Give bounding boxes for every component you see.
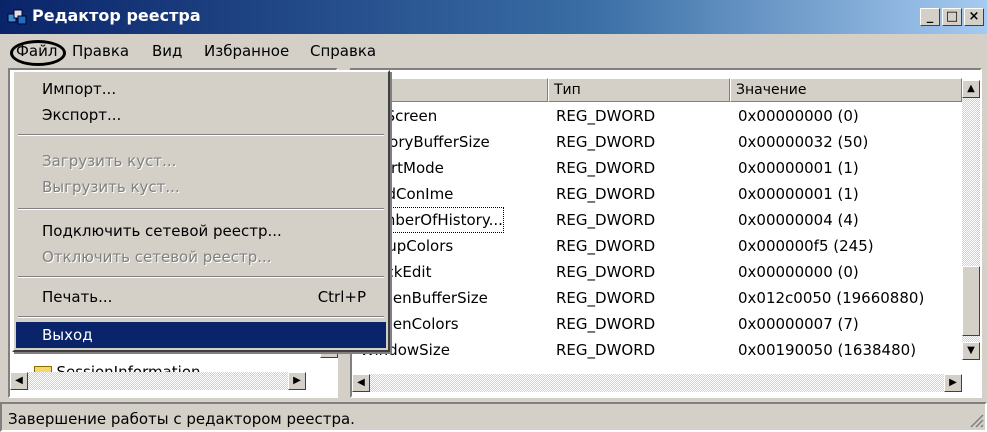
menu-item-print-shortcut: Ctrl+P xyxy=(317,288,366,306)
table-row[interactable]: PopupColors REG_DWORD 0x000000f5 (245) xyxy=(352,234,962,258)
table-row[interactable]: FullScreen REG_DWORD 0x00000000 (0) xyxy=(352,104,962,128)
cell-value: 0x012c0050 (19660880) xyxy=(738,289,925,307)
tree-item-partial[interactable]: SessionInformation xyxy=(34,358,334,372)
table-row[interactable]: QuickEdit REG_DWORD 0x00000000 (0) xyxy=(352,260,962,284)
table-row[interactable]: InsertMode REG_DWORD 0x00000001 (1) xyxy=(352,156,962,180)
cell-value: 0x00000000 (0) xyxy=(738,263,859,281)
status-text: Завершение работы с редактором реестра. xyxy=(8,410,355,428)
table-row[interactable]: NumberOfHistory... REG_DWORD 0x00000004 (4… xyxy=(352,207,962,233)
menu-item-export[interactable]: Экспорт... xyxy=(16,102,386,128)
menu-item-print-label: Печать... xyxy=(42,288,113,306)
cell-value: 0x00000001 (1) xyxy=(738,159,859,177)
resize-grip-icon[interactable] xyxy=(968,412,984,428)
menu-separator xyxy=(18,134,384,136)
table-row[interactable]: ScreenBufferSize REG_DWORD 0x012c0050 (196… xyxy=(352,286,962,310)
menu-separator xyxy=(18,316,384,318)
menu-item-exit[interactable]: Выход xyxy=(16,322,386,348)
tree-scroll-right-button[interactable]: ▶ xyxy=(288,372,306,390)
list-hscroll-track[interactable] xyxy=(370,374,944,392)
menu-separator xyxy=(18,208,384,210)
window-title: Редактор реестра xyxy=(32,6,201,25)
menu-help[interactable]: Справка xyxy=(310,42,376,60)
list-vscroll-thumb[interactable] xyxy=(962,266,980,336)
menu-item-connect-network-registry[interactable]: Подключить сетевой реестр... xyxy=(16,218,386,244)
cell-value: 0x00190050 (1638480) xyxy=(738,341,917,359)
menu-separator xyxy=(18,276,384,278)
cell-value: 0x00000032 (50) xyxy=(738,133,869,151)
table-row[interactable]: ScreenColors REG_DWORD 0x00000007 (7) xyxy=(352,312,962,336)
minimize-button[interactable]: _ xyxy=(920,8,940,26)
cell-value: 0x000000f5 (245) xyxy=(738,237,874,255)
column-type-header[interactable]: Тип xyxy=(548,78,730,102)
cell-type: REG_DWORD xyxy=(556,133,656,151)
menu-view[interactable]: Вид xyxy=(152,42,182,60)
list-scroll-right-button[interactable]: ▶ xyxy=(944,374,962,392)
cell-value: 0x00000004 (4) xyxy=(738,211,859,229)
cell-value: 0x00000001 (1) xyxy=(738,185,859,203)
menu-favorites[interactable]: Избранное xyxy=(204,42,289,60)
cell-type: REG_DWORD xyxy=(556,289,656,307)
cell-type: REG_DWORD xyxy=(556,237,656,255)
cell-type: REG_DWORD xyxy=(556,263,656,281)
list-scroll-up-button[interactable]: ▲ xyxy=(962,80,980,98)
menu-item-load-hive: Загрузить куст... xyxy=(42,152,177,170)
table-row[interactable]: HistoryBufferSize REG_DWORD 0x00000032 (50… xyxy=(352,130,962,154)
list-scroll-left-button[interactable]: ◀ xyxy=(352,374,370,392)
list-scroll-down-button[interactable]: ▼ xyxy=(962,342,980,360)
file-menu-highlight-circle xyxy=(10,40,66,66)
menu-bar: Файл Правка Вид Избранное Справка xyxy=(0,38,987,66)
list-header: Тип Значение xyxy=(352,78,962,102)
column-value-header[interactable]: Значение xyxy=(730,78,962,102)
cell-value: 0x00000007 (7) xyxy=(738,315,859,333)
cell-type: REG_DWORD xyxy=(556,315,656,333)
file-dropdown-menu: Импорт... Экспорт... Загрузить куст... В… xyxy=(12,70,390,352)
maximize-button[interactable]: □ xyxy=(942,8,962,26)
tree-scroll-left-button[interactable]: ◀ xyxy=(10,372,28,390)
tree-hscroll-track[interactable] xyxy=(28,372,288,390)
menu-item-unload-hive: Выгрузить куст... xyxy=(42,178,180,196)
menu-edit[interactable]: Правка xyxy=(72,42,129,60)
tree-item-label: SessionInformation xyxy=(56,363,201,372)
cell-type: REG_DWORD xyxy=(556,107,656,125)
cell-value: 0x00000000 (0) xyxy=(738,107,859,125)
cell-type: REG_DWORD xyxy=(556,185,656,203)
cell-type: REG_DWORD xyxy=(556,341,656,359)
regedit-icon xyxy=(7,9,27,25)
menu-item-import[interactable]: Импорт... xyxy=(16,76,386,102)
table-row[interactable]: LoadConIme REG_DWORD 0x00000001 (1) xyxy=(352,182,962,206)
table-row[interactable]: WindowSize REG_DWORD 0x00190050 (1638480) xyxy=(352,338,962,362)
menu-item-print[interactable]: Печать... Ctrl+P xyxy=(16,284,386,310)
menu-item-disconnect-network-registry: Отключить сетевой реестр... xyxy=(42,248,272,266)
cell-type: REG_DWORD xyxy=(556,159,656,177)
cell-type: REG_DWORD xyxy=(556,211,656,229)
close-button[interactable]: × xyxy=(964,8,984,26)
